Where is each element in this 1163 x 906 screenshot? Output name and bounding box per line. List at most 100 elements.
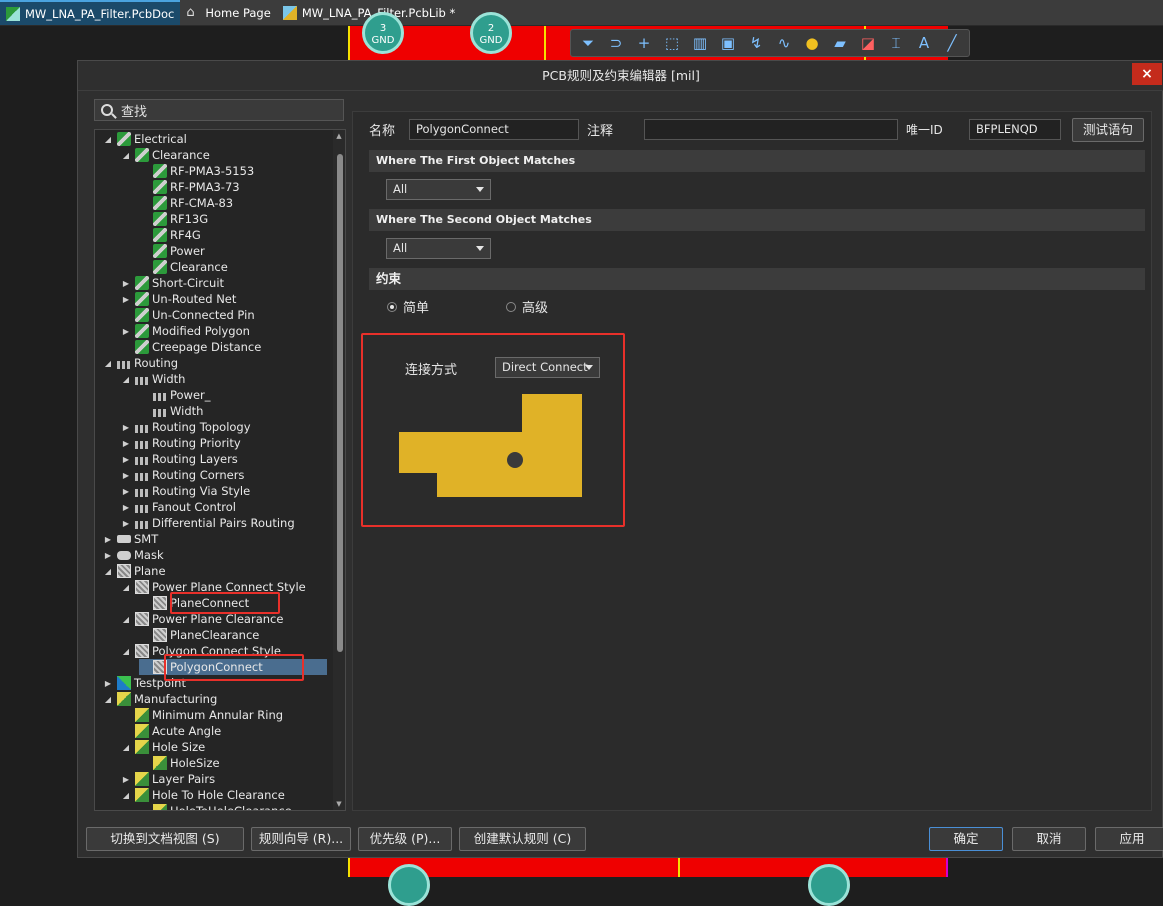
collapse-arrow-icon[interactable]: ◢: [121, 743, 131, 752]
expand-arrow-icon[interactable]: ▶: [121, 487, 131, 496]
tree-item[interactable]: ▶ SMT: [103, 531, 158, 547]
rule-wizard-button[interactable]: 规则向导 (R)...: [251, 827, 351, 851]
tree-item[interactable]: ▶ Fanout Control: [121, 499, 236, 515]
tree-item[interactable]: Width: [139, 403, 203, 419]
collapse-arrow-icon[interactable]: ◢: [121, 615, 131, 624]
tree-item[interactable]: ◢ Plane: [103, 563, 166, 579]
collapse-arrow-icon[interactable]: ◢: [121, 375, 131, 384]
collapse-arrow-icon[interactable]: ◢: [121, 583, 131, 592]
second-match-dropdown[interactable]: All: [386, 238, 491, 259]
expand-arrow-icon[interactable]: ▶: [103, 535, 113, 544]
expand-arrow-icon[interactable]: ▶: [121, 503, 131, 512]
tree-item[interactable]: HoleToHoleClearance: [139, 803, 292, 810]
expand-arrow-icon[interactable]: ▶: [103, 551, 113, 560]
tree-item[interactable]: ▶ Routing Priority: [121, 435, 241, 451]
tab-pcbdoc[interactable]: MW_LNA_PA_Filter.PcbDoc: [0, 0, 181, 25]
electrical-rule-icon: [135, 276, 149, 290]
tree-item[interactable]: Power_: [139, 387, 211, 403]
tree-item[interactable]: Clearance: [139, 259, 228, 275]
first-match-dropdown[interactable]: All: [386, 179, 491, 200]
align-icon[interactable]: ▥: [689, 32, 711, 54]
tree-item[interactable]: RF13G: [139, 211, 208, 227]
collapse-arrow-icon[interactable]: ◢: [103, 567, 113, 576]
name-field[interactable]: PolygonConnect: [409, 119, 579, 140]
ok-button[interactable]: 确定: [929, 827, 1003, 851]
diff-pair-icon[interactable]: ∿: [773, 32, 795, 54]
tree-item[interactable]: ◢ Width: [121, 371, 186, 387]
tree-item[interactable]: ◢ Electrical: [103, 131, 187, 147]
collapse-arrow-icon[interactable]: ◢: [103, 359, 113, 368]
tree-item[interactable]: ▶ Short-Circuit: [121, 275, 224, 291]
tree-item[interactable]: ▶ Modified Polygon: [121, 323, 250, 339]
tree-item[interactable]: Creepage Distance: [121, 339, 261, 355]
text-icon[interactable]: A: [913, 32, 935, 54]
expand-arrow-icon[interactable]: ▶: [121, 775, 131, 784]
dimension-icon[interactable]: ⌶: [885, 32, 907, 54]
collapse-arrow-icon[interactable]: ◢: [121, 647, 131, 656]
tree-scrollbar[interactable]: ▲ ▼: [333, 130, 345, 810]
expand-arrow-icon[interactable]: ▶: [121, 423, 131, 432]
apply-button[interactable]: 应用: [1095, 827, 1163, 851]
expand-arrow-icon[interactable]: ▶: [121, 279, 131, 288]
tree-item[interactable]: HoleSize: [139, 755, 220, 771]
tree-item[interactable]: ▶ Layer Pairs: [121, 771, 215, 787]
search-input[interactable]: 查找: [94, 99, 344, 121]
tree-item[interactable]: ◢ Hole To Hole Clearance: [121, 787, 285, 803]
tree-item[interactable]: Power: [139, 243, 205, 259]
tree-item[interactable]: ◢ Clearance: [121, 147, 210, 163]
tree-item[interactable]: ▶ Routing Corners: [121, 467, 245, 483]
tree-item[interactable]: ◢ Manufacturing: [103, 691, 217, 707]
scroll-up-icon[interactable]: ▲: [335, 132, 343, 140]
route-icon[interactable]: ⊃: [605, 32, 627, 54]
expand-arrow-icon[interactable]: ▶: [121, 455, 131, 464]
expand-arrow-icon[interactable]: ▶: [121, 295, 131, 304]
collapse-arrow-icon[interactable]: ◢: [121, 151, 131, 160]
scroll-down-icon[interactable]: ▼: [335, 800, 343, 808]
interactive-route-icon[interactable]: ↯: [745, 32, 767, 54]
switch-doc-view-button[interactable]: 切换到文档视图 (S): [86, 827, 244, 851]
tree-item[interactable]: ▶ Routing Via Style: [121, 483, 250, 499]
close-button[interactable]: ×: [1132, 63, 1162, 85]
create-default-rules-button[interactable]: 创建默认规则 (C): [459, 827, 586, 851]
keepout-icon[interactable]: ◪: [857, 32, 879, 54]
cancel-button[interactable]: 取消: [1012, 827, 1086, 851]
tree-item[interactable]: PlaneClearance: [139, 627, 259, 643]
collapse-arrow-icon[interactable]: ◢: [121, 791, 131, 800]
tree-item[interactable]: ▶ Un-Routed Net: [121, 291, 236, 307]
collapse-arrow-icon[interactable]: ◢: [103, 135, 113, 144]
polygon-icon[interactable]: ▰: [829, 32, 851, 54]
expand-arrow-icon[interactable]: ▶: [121, 439, 131, 448]
expand-arrow-icon[interactable]: ▶: [121, 471, 131, 480]
line-icon[interactable]: ╱: [941, 32, 963, 54]
scrollbar-thumb[interactable]: [337, 154, 343, 652]
tree-item[interactable]: RF-PMA3-73: [139, 179, 240, 195]
tree-item[interactable]: RF-CMA-83: [139, 195, 233, 211]
via-icon[interactable]: ●: [801, 32, 823, 54]
tree-item[interactable]: ◢ Hole Size: [121, 739, 205, 755]
comment-field[interactable]: [644, 119, 898, 140]
tree-item[interactable]: ▶ Mask: [103, 547, 164, 563]
tree-item[interactable]: ▶ Routing Layers: [121, 451, 238, 467]
select-area-icon[interactable]: ⬚: [661, 32, 683, 54]
tree-item[interactable]: Minimum Annular Ring: [121, 707, 283, 723]
expand-arrow-icon[interactable]: ▶: [121, 327, 131, 336]
tab-home-page[interactable]: ⌂ Home Page: [180, 0, 276, 25]
mode-advanced-radio[interactable]: 高级: [506, 297, 548, 316]
tree-item[interactable]: Un-Connected Pin: [121, 307, 255, 323]
tree-item[interactable]: RF4G: [139, 227, 201, 243]
expand-arrow-icon[interactable]: ▶: [121, 519, 131, 528]
tree-item[interactable]: ▶ Differential Pairs Routing: [121, 515, 295, 531]
collapse-arrow-icon[interactable]: ◢: [103, 695, 113, 704]
tree-item[interactable]: Acute Angle: [121, 723, 221, 739]
mode-simple-radio[interactable]: 简单: [387, 297, 429, 316]
uid-field[interactable]: BFPLENQD: [969, 119, 1061, 140]
component-icon[interactable]: ▣: [717, 32, 739, 54]
tree-item[interactable]: ▶ Routing Topology: [121, 419, 251, 435]
tree-item[interactable]: RF-PMA3-5153: [139, 163, 254, 179]
test-query-button[interactable]: 测试语句: [1072, 118, 1144, 142]
tree-item[interactable]: ◢ Routing: [103, 355, 178, 371]
priority-button[interactable]: 优先级 (P)...: [358, 827, 452, 851]
filter-icon[interactable]: ⏷: [577, 32, 599, 54]
cross-select-icon[interactable]: +: [633, 32, 655, 54]
expand-arrow-icon[interactable]: ▶: [103, 679, 113, 688]
